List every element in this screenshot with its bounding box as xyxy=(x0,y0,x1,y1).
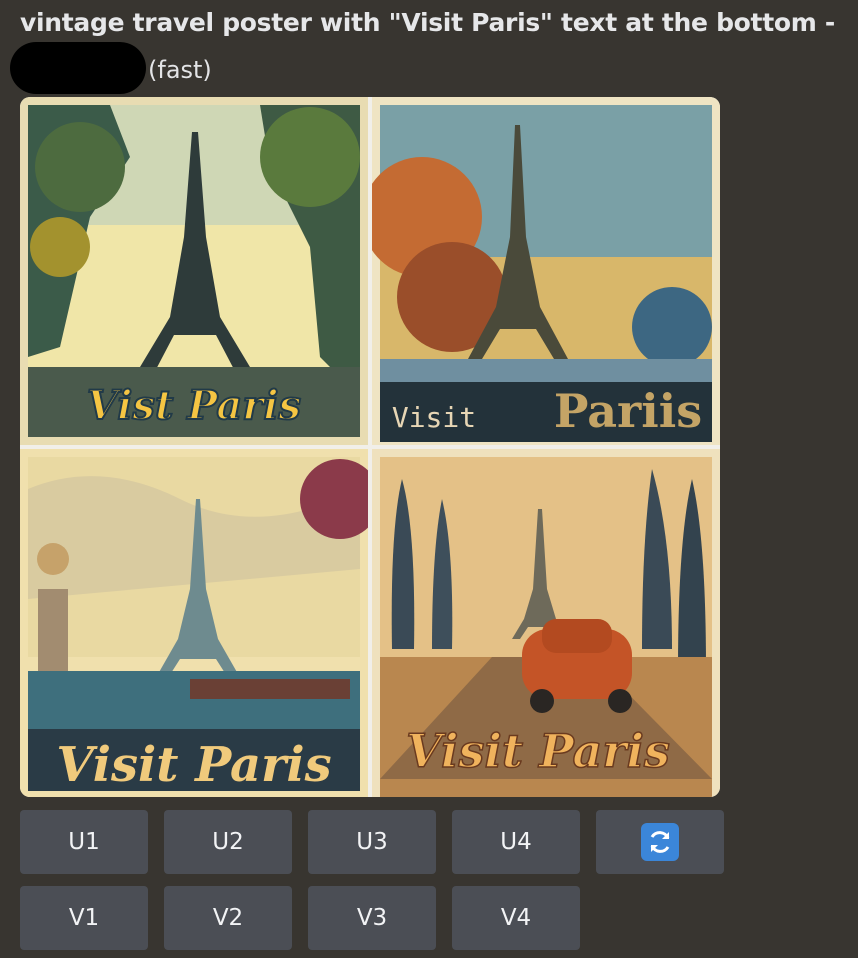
image-2-caption-right: Pariis xyxy=(554,384,702,438)
image-1-caption: Vist Paris xyxy=(87,382,301,429)
prompt-text: vintage travel poster with "Visit Paris"… xyxy=(20,8,835,37)
variation-1-button[interactable]: V1 xyxy=(20,886,148,950)
image-2[interactable]: Visit Pariis xyxy=(372,97,720,445)
image-2-caption-left: Visit xyxy=(392,401,476,434)
image-1[interactable]: Vist Paris xyxy=(20,97,368,445)
image-grid[interactable]: Vist Paris Visit Pariis Visit Paris Visi… xyxy=(20,97,720,797)
upscale-4-button[interactable]: U4 xyxy=(452,810,580,874)
generation-mode: (fast) xyxy=(148,56,212,84)
reroll-button[interactable] xyxy=(596,810,724,874)
image-3[interactable]: Visit Paris xyxy=(20,449,368,797)
variation-3-button[interactable]: V3 xyxy=(308,886,436,950)
redacted-user-mention xyxy=(10,42,146,94)
upscale-3-button[interactable]: U3 xyxy=(308,810,436,874)
image-3-caption: Visit Paris xyxy=(56,737,331,793)
upscale-1-button[interactable]: U1 xyxy=(20,810,148,874)
variation-2-button[interactable]: V2 xyxy=(164,886,292,950)
image-4-caption: Visit Paris xyxy=(406,724,670,778)
refresh-icon xyxy=(641,823,679,861)
upscale-2-button[interactable]: U2 xyxy=(164,810,292,874)
image-4[interactable]: Visit Paris xyxy=(372,449,720,797)
variation-4-button[interactable]: V4 xyxy=(452,886,580,950)
